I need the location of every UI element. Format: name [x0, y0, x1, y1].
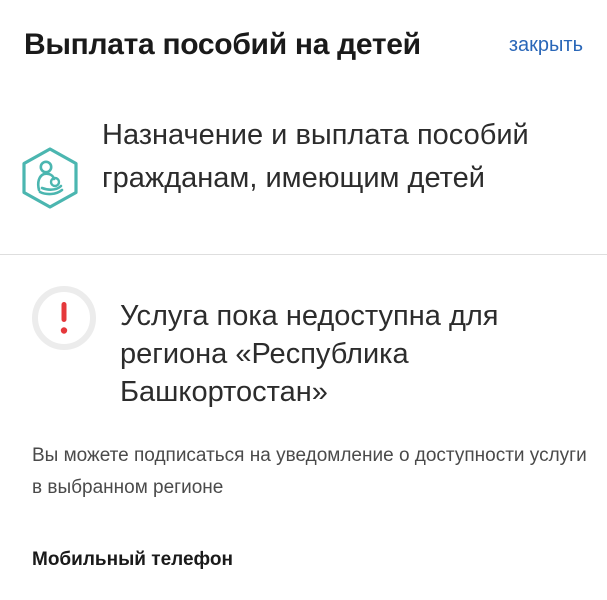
- close-link[interactable]: закрыть: [509, 33, 583, 57]
- subscribe-info-text: Вы можете подписаться на уведомление о д…: [32, 445, 587, 498]
- unavailable-message: Услуга пока недоступна для региона «Респ…: [120, 300, 499, 408]
- service-block: Назначение и выплата пособий гражданам, …: [0, 104, 607, 254]
- divider: [0, 254, 607, 255]
- mother-child-icon: [20, 146, 80, 210]
- page-title: Выплата пособий на детей: [24, 28, 421, 61]
- page: Выплата пособий на детей закрыть Назначе…: [0, 0, 607, 600]
- header: Выплата пособий на детей закрыть: [0, 0, 607, 90]
- mobile-phone-label: Мобильный телефон: [32, 549, 233, 570]
- service-title: Назначение и выплата пособий гражданам, …: [102, 119, 529, 194]
- unavailable-notice: Услуга пока недоступна для региона «Респ…: [0, 270, 607, 420]
- exclamation-icon: [32, 286, 96, 350]
